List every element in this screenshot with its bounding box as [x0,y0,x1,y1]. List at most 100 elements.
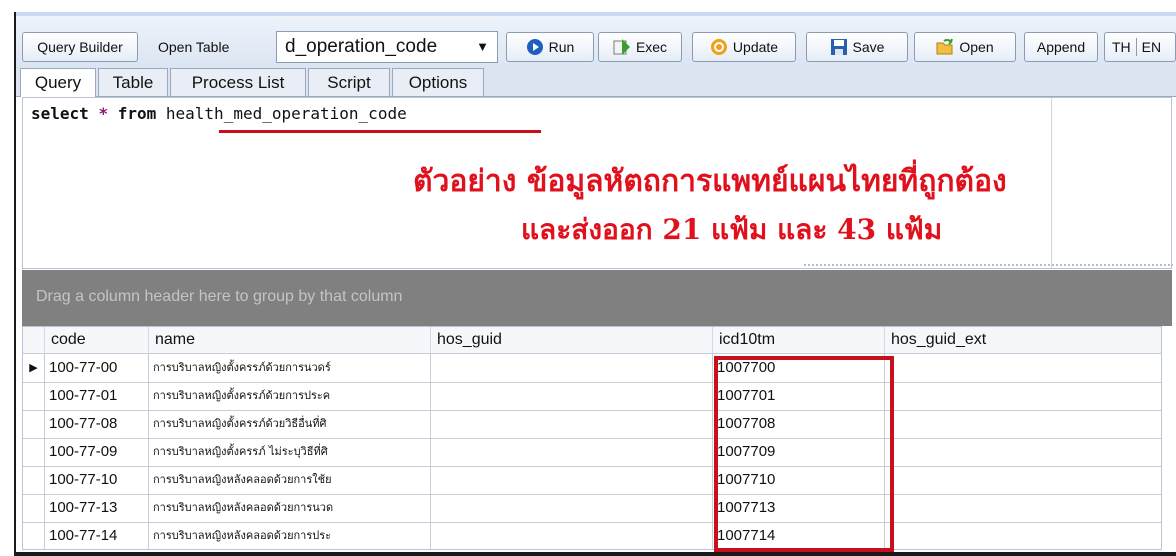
cell-hos-guid-ext[interactable] [885,438,1161,466]
tab-bar: Query Table Process List Script Options [16,68,1176,97]
table-row[interactable]: 100-77-13 การบริบาลหญิงหลังคลอดด้วยการนวด… [23,494,1161,523]
cell-code[interactable]: 100-77-01 [45,382,149,410]
grid-header: code name hos_guid icd10tm hos_guid_ext [23,327,1161,354]
tab-script-label: Script [327,72,371,92]
cell-hos-guid-ext[interactable] [885,522,1161,549]
cell-hos-guid-ext[interactable] [885,354,1161,382]
language-toggle[interactable]: TH EN [1104,32,1176,62]
cell-hos-guid[interactable] [431,466,713,494]
tab-process-list[interactable]: Process List [170,68,306,96]
annotation-note-line2: และส่งออก 21 แฟ้ม และ 43 แฟ้ม [521,213,943,246]
query-builder-label: Query Builder [37,39,123,55]
open-label: Open [959,39,994,55]
cell-name[interactable]: การบริบาลหญิงตั้งครรภ์ ไม่ระบุวิธีที่ศิ [149,438,431,466]
window-bottom-strip [16,552,1176,556]
row-indicator[interactable] [23,410,45,438]
cell-code[interactable]: 100-77-13 [45,494,149,522]
cell-name[interactable]: การบริบาลหญิงหลังคลอดด้วยการใช้ย [149,466,431,494]
tab-query[interactable]: Query [20,68,96,97]
table-row[interactable]: 100-77-10 การบริบาลหญิงหลังคลอดด้วยการใช้… [23,466,1161,495]
column-header-icd10tm[interactable]: icd10tm [713,327,885,353]
row-indicator[interactable] [23,466,45,494]
cell-code[interactable]: 100-77-00 [45,354,149,382]
cell-icd10tm[interactable]: 1007708 [713,410,885,438]
query-builder-button[interactable]: Query Builder [22,32,138,62]
update-button[interactable]: Update [692,32,796,62]
cell-icd10tm[interactable]: 1007710 [713,466,885,494]
cell-name[interactable]: การบริบาลหญิงตั้งครรภ์ด้วยการนวดร์ [149,354,431,382]
group-by-panel[interactable]: Drag a column header here to group by th… [22,270,1172,326]
cell-hos-guid[interactable] [431,438,713,466]
table-select-value: d_operation_code [285,36,438,57]
sql-text[interactable]: select * from health_med_operation_code [31,104,407,123]
cell-name[interactable]: การบริบาลหญิงหลังคลอดด้วยการนวด [149,494,431,522]
cell-name[interactable]: การบริบาลหญิงหลังคลอดด้วยการประ [149,522,431,549]
th-label[interactable]: TH [1112,39,1131,55]
cell-icd10tm[interactable]: 1007700 [713,354,885,382]
cell-hos-guid-ext[interactable] [885,494,1161,522]
row-indicator[interactable] [23,438,45,466]
column-header-hos-guid[interactable]: hos_guid [431,327,713,353]
sql-keyword-from: from [117,104,157,123]
cell-code[interactable]: 100-77-08 [45,410,149,438]
cell-code[interactable]: 100-77-10 [45,466,149,494]
cell-hos-guid[interactable] [431,382,713,410]
splitter-grip[interactable] [803,263,1173,267]
exec-button[interactable]: Exec [598,32,682,62]
column-header-hos-guid-ext[interactable]: hos_guid_ext [885,327,1161,353]
sql-editor[interactable]: select * from health_med_operation_code … [22,97,1173,269]
cell-hos-guid[interactable] [431,522,713,549]
cell-name[interactable]: การบริบาลหญิงตั้งครรภ์ด้วยการประค [149,382,431,410]
row-indicator[interactable] [23,522,45,549]
table-row[interactable]: ▶ 100-77-00 การบริบาลหญิงตั้งครรภ์ด้วยการน… [23,354,1161,383]
append-button[interactable]: Append [1024,32,1098,62]
table-select[interactable]: d_operation_code ▼ [276,31,498,63]
cell-hos-guid-ext[interactable] [885,466,1161,494]
tab-table-label: Table [112,72,154,92]
cell-code[interactable]: 100-77-09 [45,438,149,466]
chevron-down-icon: ▼ [476,39,489,54]
cell-hos-guid[interactable] [431,410,713,438]
toolbar: Query Builder Open Table d_operation_cod… [16,16,1176,68]
table-row[interactable]: 100-77-08 การบริบาลหญิงตั้งครรภ์ด้วยวิธีอ… [23,410,1161,439]
header-indicator [23,327,45,353]
column-header-code[interactable]: code [45,327,149,353]
cell-code[interactable]: 100-77-14 [45,522,149,549]
table-row[interactable]: 100-77-09 การบริบาลหญิงตั้งครรภ์ ไม่ระบุว… [23,438,1161,467]
column-header-name[interactable]: name [149,327,431,353]
tab-options-label: Options [408,72,468,92]
cell-name[interactable]: การบริบาลหญิงตั้งครรภ์ด้วยวิธีอื่นที่ศิ [149,410,431,438]
update-label: Update [732,39,779,55]
table-row[interactable]: 100-77-01 การบริบาลหญิงตั้งครรภ์ด้วยการปร… [23,382,1161,411]
sql-star: * [98,104,109,123]
tab-table[interactable]: Table [98,68,168,96]
cell-hos-guid-ext[interactable] [885,382,1161,410]
result-grid[interactable]: code name hos_guid icd10tm hos_guid_ext … [22,326,1162,550]
annotation-underline [219,130,541,133]
language-divider [1135,38,1137,56]
tab-options[interactable]: Options [392,68,484,96]
run-label: Run [548,39,575,55]
annotation-note-line1: ตัวอย่าง ข้อมูลหัตถการแพทย์แผนไทยที่ถูกต… [413,164,1007,199]
cell-icd10tm[interactable]: 1007714 [713,522,885,549]
current-row-arrow-icon[interactable]: ▶ [23,354,45,382]
cell-hos-guid[interactable] [431,354,713,382]
sql-keyword-select: select [31,104,89,123]
table-row[interactable]: 100-77-14 การบริบาลหญิงหลังคลอดด้วยการประ… [23,522,1161,549]
save-label: Save [852,39,885,55]
run-button[interactable]: Run [506,32,594,62]
cell-icd10tm[interactable]: 1007701 [713,382,885,410]
tab-script[interactable]: Script [308,68,390,96]
exec-icon [613,39,630,55]
en-label[interactable]: EN [1142,39,1161,55]
cell-hos-guid-ext[interactable] [885,410,1161,438]
row-indicator[interactable] [23,382,45,410]
row-indicator[interactable] [23,494,45,522]
cell-icd10tm[interactable]: 1007713 [713,494,885,522]
save-button[interactable]: Save [806,32,908,62]
cell-hos-guid[interactable] [431,494,713,522]
open-folder-icon [936,38,954,55]
open-table-label: Open Table [158,39,230,55]
open-button[interactable]: Open [914,32,1016,62]
cell-icd10tm[interactable]: 1007709 [713,438,885,466]
